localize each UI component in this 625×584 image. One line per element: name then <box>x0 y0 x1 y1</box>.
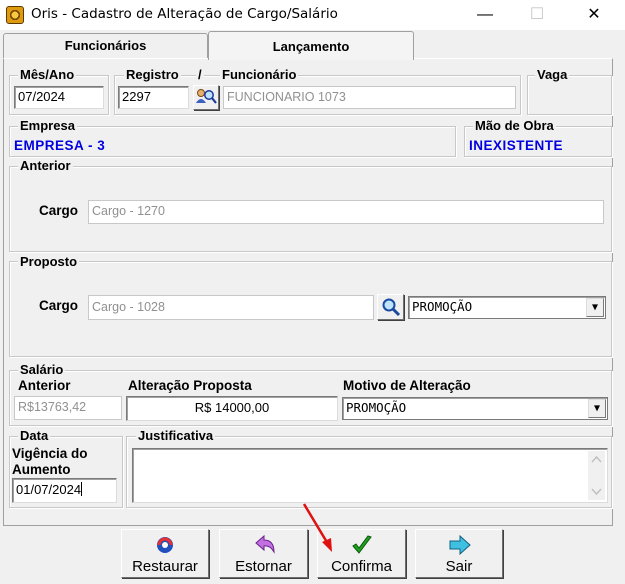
proposto-cargo-field: Cargo - 1028 <box>88 295 374 320</box>
chevron-down-icon[interactable]: ▼ <box>586 298 604 317</box>
alteracao-proposta-input[interactable]: R$ 14000,00 <box>126 396 338 421</box>
anterior-cargo-field: Cargo - 1270 <box>88 200 604 224</box>
search-cargo-button[interactable] <box>377 294 404 320</box>
scroll-up-icon[interactable] <box>588 453 605 467</box>
proposto-motivo-value: PROMOÇÃO <box>412 299 473 314</box>
text-cursor <box>81 482 83 496</box>
close-button[interactable]: ✕ <box>571 0 617 30</box>
restore-icon <box>154 534 176 556</box>
mao-de-obra-label: Mão de Obra <box>473 118 556 133</box>
registro-input[interactable]: 2297 <box>118 86 189 109</box>
confirma-label: Confirma <box>331 558 392 575</box>
funcionario-label: Funcionário <box>220 67 299 82</box>
motivo-alteracao-label: Motivo de Alteração <box>343 378 471 393</box>
search-employee-button[interactable] <box>193 85 219 110</box>
vigencia-label-1: Vigência do <box>12 446 88 461</box>
mes-ano-input[interactable]: 07/2024 <box>14 86 104 109</box>
sair-label: Sair <box>445 558 473 575</box>
restaurar-button[interactable]: Restaurar <box>121 529 209 578</box>
data-label: Data <box>18 428 51 443</box>
justificativa-scrollbar[interactable] <box>588 451 605 500</box>
estornar-label: Estornar <box>235 558 292 575</box>
salario-anterior-label: Anterior <box>18 378 71 393</box>
proposto-motivo-select[interactable]: PROMOÇÃO ▼ <box>408 296 606 319</box>
registro-slash: / <box>196 67 204 82</box>
funcionario-field: FUNCIONARIO 1073 <box>223 86 516 109</box>
proposto-cargo-label: Cargo <box>39 298 79 313</box>
maximize-button[interactable]: ☐ <box>514 0 560 30</box>
annotation-arrow-icon <box>302 503 332 552</box>
motivo-alteracao-value: PROMOÇÃO <box>346 400 407 415</box>
justificativa-label: Justificativa <box>136 428 216 443</box>
justificativa-textarea[interactable] <box>132 448 608 503</box>
motivo-alteracao-select[interactable]: PROMOÇÃO ▼ <box>342 397 608 420</box>
chevron-down-icon[interactable]: ▼ <box>588 399 606 418</box>
app-icon <box>6 6 24 24</box>
alteracao-proposta-label: Alteração Proposta <box>128 378 252 393</box>
window-title: Oris - Cadastro de Alteração de Cargo/Sa… <box>31 6 338 22</box>
scroll-down-icon[interactable] <box>588 484 605 498</box>
vaga-label: Vaga <box>535 67 570 82</box>
anterior-cargo-label: Cargo <box>39 203 79 218</box>
exit-arrow-icon <box>448 534 471 556</box>
estornar-button[interactable]: Estornar <box>219 529 308 578</box>
vigencia-input[interactable]: 01/07/2024 <box>12 478 117 503</box>
restaurar-label: Restaurar <box>132 558 198 575</box>
registro-label: Registro <box>124 67 181 82</box>
checkmark-icon <box>351 534 373 556</box>
vigencia-label-2: Aumento <box>12 462 71 477</box>
sair-button[interactable]: Sair <box>415 529 503 578</box>
mes-ano-label: Mês/Ano <box>18 67 77 82</box>
salario-label: Salário <box>18 362 66 377</box>
salario-anterior-field: R$13763,42 <box>14 396 122 420</box>
people-search-icon <box>196 89 217 104</box>
empresa-label: Empresa <box>18 118 77 133</box>
tab-funcionarios[interactable]: Funcionários <box>3 33 208 59</box>
vigencia-value: 01/07/2024 <box>16 482 82 497</box>
mao-de-obra-value: INEXISTENTE <box>469 138 564 153</box>
minimize-button[interactable]: — <box>462 0 508 30</box>
proposto-label: Proposto <box>18 254 80 269</box>
anterior-label: Anterior <box>18 158 73 173</box>
undo-arrow-icon <box>253 534 275 556</box>
empresa-value: EMPRESA - 3 <box>14 138 106 153</box>
magnifier-icon <box>382 298 400 317</box>
tab-lancamento[interactable]: Lançamento <box>208 31 414 60</box>
